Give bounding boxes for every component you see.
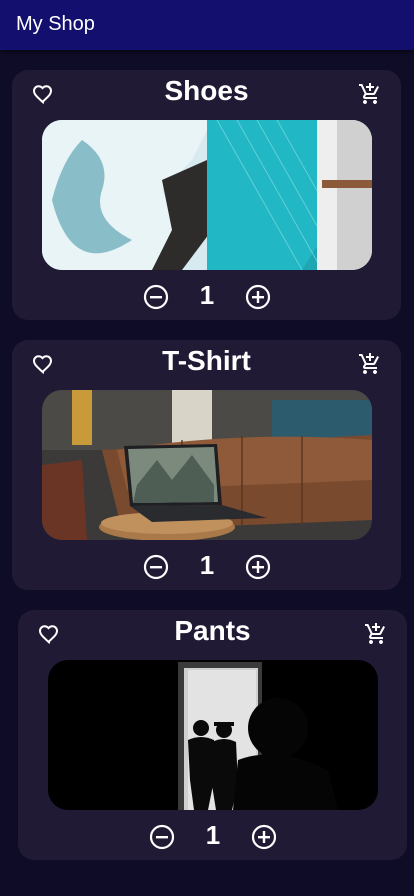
quantity-stepper: 1 xyxy=(18,820,407,854)
product-card: T-Shirt 1 xyxy=(12,340,401,590)
decrease-quantity-minus-icon[interactable] xyxy=(148,823,176,851)
add-to-cart-icon[interactable] xyxy=(358,82,382,106)
product-image xyxy=(42,390,372,540)
increase-quantity-plus-icon[interactable] xyxy=(244,553,272,581)
quantity-value: 1 xyxy=(199,550,215,580)
app-bar: My Shop xyxy=(0,0,414,50)
product-name: Shoes xyxy=(164,75,249,106)
increase-quantity-plus-icon[interactable] xyxy=(250,823,278,851)
product-card: Pants 1 xyxy=(18,610,407,860)
app-title: My Shop xyxy=(16,13,95,35)
product-image xyxy=(48,660,378,810)
decrease-quantity-minus-icon[interactable] xyxy=(142,283,170,311)
quantity-stepper: 1 xyxy=(12,550,401,584)
decrease-quantity-minus-icon[interactable] xyxy=(142,553,170,581)
quantity-value: 1 xyxy=(199,280,215,310)
increase-quantity-plus-icon[interactable] xyxy=(244,283,272,311)
product-name: Pants xyxy=(174,615,251,646)
add-to-cart-icon[interactable] xyxy=(358,352,382,376)
product-image xyxy=(42,120,372,270)
quantity-value: 1 xyxy=(205,820,221,850)
add-to-cart-icon[interactable] xyxy=(364,622,388,646)
product-card: Shoes 1 xyxy=(12,70,401,320)
quantity-stepper: 1 xyxy=(12,280,401,314)
product-name: T-Shirt xyxy=(162,345,251,376)
